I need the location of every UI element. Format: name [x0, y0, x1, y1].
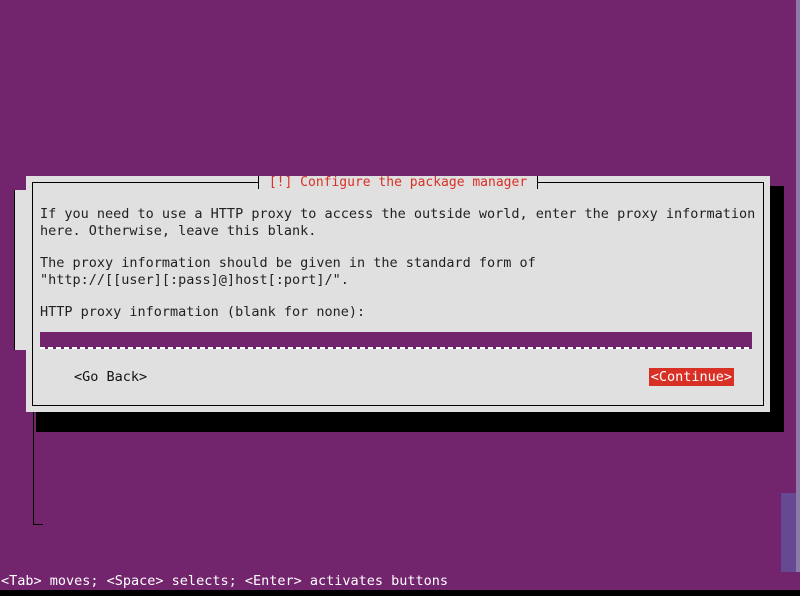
bottom-black-bar [0, 590, 800, 596]
http-proxy-input-value [40, 332, 752, 346]
description-line-1: If you need to use a HTTP proxy to acces… [40, 206, 756, 222]
titlebar-rule-left [32, 182, 258, 183]
dialog-titlebar: [!] Configure the package manager [32, 176, 764, 189]
input-underline [40, 346, 752, 349]
paragraph-spacer-1 [40, 239, 756, 255]
page-title: [!] Configure the package manager [258, 176, 538, 189]
screen-right-edge [796, 0, 800, 572]
proxy-input-row [40, 331, 756, 349]
dialog-buttons: <Go Back> <Continue> [40, 367, 756, 386]
dialog-body: If you need to use a HTTP proxy to acces… [40, 206, 756, 400]
paragraph-spacer-2 [40, 288, 756, 304]
installer-screen: [!] Configure the package manager If you… [0, 0, 800, 596]
description-line-2: here. Otherwise, leave this blank. [40, 222, 317, 239]
status-bar: <Tab> moves; <Space> selects; <Enter> ac… [0, 572, 800, 590]
description-line-4: "http://[[user][:pass]@]host[:port]/". [40, 271, 349, 288]
http-proxy-input[interactable] [40, 331, 752, 349]
continue-button[interactable]: <Continue> [648, 367, 734, 386]
configure-package-manager-dialog: [!] Configure the package manager If you… [26, 176, 770, 412]
titlebar-rule-right [538, 182, 764, 183]
proxy-field-label: HTTP proxy information (blank for none): [40, 304, 366, 320]
go-back-button[interactable]: <Go Back> [72, 368, 149, 386]
description-line-3: The proxy information should be given in… [40, 255, 536, 271]
